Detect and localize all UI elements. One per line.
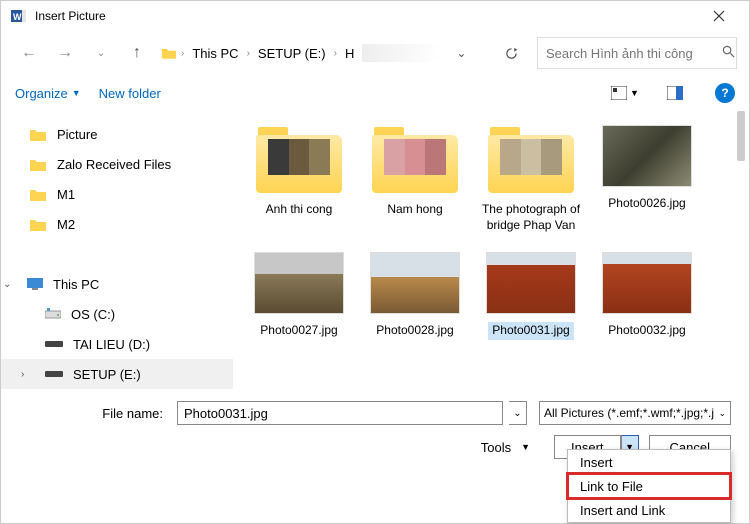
search-box[interactable] xyxy=(537,37,737,69)
item-label: Photo0031.jpg xyxy=(488,322,573,340)
organize-button[interactable]: Organize ▼ xyxy=(15,86,81,101)
sidebar-item[interactable]: Zalo Received Files xyxy=(1,149,233,179)
item-label: Anh thi cong xyxy=(262,201,337,219)
search-input[interactable] xyxy=(546,46,722,61)
preview-pane-button[interactable] xyxy=(661,81,689,105)
tools-label: Tools xyxy=(481,440,511,455)
photo-item[interactable]: Photo0027.jpg xyxy=(243,252,355,340)
item-label: Photo0032.jpg xyxy=(604,322,689,340)
filename-dropdown[interactable]: ⌄ xyxy=(509,401,527,425)
breadcrumb-item[interactable]: This PC xyxy=(188,44,242,63)
photo-thumb xyxy=(370,252,460,314)
sidebar-item-thispc[interactable]: ⌄ This PC xyxy=(1,269,233,299)
sidebar-label: This PC xyxy=(53,277,99,292)
new-folder-button[interactable]: New folder xyxy=(99,86,161,101)
monitor-icon xyxy=(27,278,43,290)
folder-icon xyxy=(29,157,47,172)
folder-item[interactable]: Nam hong xyxy=(359,125,471,234)
chevron-icon: › xyxy=(334,48,337,59)
breadcrumb-item[interactable]: H xyxy=(341,44,358,63)
photo-item[interactable]: Photo0026.jpg xyxy=(591,125,703,234)
folder-item[interactable]: The photograph of bridge Phap Van xyxy=(475,125,587,234)
organize-label: Organize xyxy=(15,86,68,101)
breadcrumb-item[interactable]: SETUP (E:) xyxy=(254,44,330,63)
breadcrumb-fade xyxy=(362,44,442,62)
item-label: Photo0027.jpg xyxy=(256,322,341,340)
forward-button[interactable]: → xyxy=(49,37,81,69)
back-button[interactable]: ← xyxy=(13,37,45,69)
photo-item[interactable]: Photo0032.jpg xyxy=(591,252,703,340)
view-mode-button[interactable]: ▼ xyxy=(611,81,639,105)
filter-label: All Pictures (*.emf;*.wmf;*.jpg;*.j xyxy=(544,406,714,420)
sidebar-item-drive[interactable]: ›TAI LIEU (D:) xyxy=(1,329,233,359)
dropdown-item-insert[interactable]: Insert xyxy=(568,450,730,474)
item-label: Photo0028.jpg xyxy=(372,322,457,340)
photo-thumb xyxy=(602,252,692,314)
search-icon[interactable] xyxy=(722,45,735,61)
sidebar-label: TAI LIEU (D:) xyxy=(73,337,150,352)
insert-dropdown-menu: Insert Link to File Insert and Link xyxy=(567,449,731,523)
window-title: Insert Picture xyxy=(35,9,699,23)
folder-thumb xyxy=(488,125,574,193)
sidebar-item-drive[interactable]: ›OS (C:) xyxy=(1,299,233,329)
caret-down-icon: ▼ xyxy=(72,88,81,98)
tools-button[interactable]: Tools xyxy=(481,440,511,455)
photo-item[interactable]: Photo0031.jpg xyxy=(475,252,587,340)
folder-icon xyxy=(29,187,47,202)
caret-down-icon: ⌄ xyxy=(718,408,726,419)
item-label: The photograph of bridge Phap Van xyxy=(477,201,585,234)
close-button[interactable] xyxy=(699,1,739,31)
sidebar-label: M2 xyxy=(57,217,75,232)
scrollbar[interactable] xyxy=(737,111,745,161)
file-type-filter[interactable]: All Pictures (*.emf;*.wmf;*.jpg;*.j ⌄ xyxy=(539,401,731,425)
folder-item[interactable]: Anh thi cong xyxy=(243,125,355,234)
disk-icon xyxy=(45,371,63,377)
photo-thumb xyxy=(602,125,692,187)
recent-dropdown[interactable]: ⌄ xyxy=(85,37,117,69)
sidebar: Picture Zalo Received Files M1 M2 ⌄ This … xyxy=(1,111,233,391)
folder-icon xyxy=(161,46,177,60)
sidebar-label: OS (C:) xyxy=(71,307,115,322)
drive-icon xyxy=(45,308,61,320)
refresh-button[interactable] xyxy=(495,37,527,69)
dropdown-item-insert-and-link[interactable]: Insert and Link xyxy=(568,498,730,522)
caret-down-icon: ▼ xyxy=(630,88,639,98)
item-label: Nam hong xyxy=(383,201,446,219)
folder-thumb xyxy=(256,125,342,193)
chevron-icon: › xyxy=(247,48,250,59)
up-button[interactable]: ↑ xyxy=(121,37,153,69)
sidebar-item-drive[interactable]: › SETUP (E:) xyxy=(1,359,233,389)
breadcrumb[interactable]: › This PC › SETUP (E:) › H ⌄ xyxy=(157,37,491,69)
dropdown-item-link-to-file[interactable]: Link to File xyxy=(568,474,730,498)
chevron-right-icon[interactable]: › xyxy=(21,369,31,380)
breadcrumb-dropdown[interactable]: ⌄ xyxy=(456,46,466,60)
filename-label: File name: xyxy=(19,406,171,421)
word-app-icon: W xyxy=(11,8,27,24)
sidebar-label: M1 xyxy=(57,187,75,202)
folder-thumb xyxy=(372,125,458,193)
sidebar-label: Picture xyxy=(57,127,97,142)
chevron-icon: › xyxy=(181,48,184,59)
sidebar-item[interactable]: M1 xyxy=(1,179,233,209)
sidebar-label: Zalo Received Files xyxy=(57,157,171,172)
sidebar-item[interactable]: M2 xyxy=(1,209,233,239)
photo-thumb xyxy=(254,252,344,314)
photo-item[interactable]: Photo0028.jpg xyxy=(359,252,471,340)
sidebar-item[interactable]: Picture xyxy=(1,119,233,149)
folder-icon xyxy=(29,127,47,142)
photo-thumb xyxy=(486,252,576,314)
help-button[interactable]: ? xyxy=(715,83,735,103)
caret-down-icon: ▼ xyxy=(521,442,530,452)
disk-icon xyxy=(45,341,63,347)
file-grid[interactable]: Anh thi cong Nam hong The photograph of br… xyxy=(233,111,749,391)
sidebar-label: SETUP (E:) xyxy=(73,367,141,382)
filename-input[interactable] xyxy=(177,401,503,425)
svg-text:W: W xyxy=(13,12,22,22)
item-label: Photo0026.jpg xyxy=(604,195,689,213)
folder-icon xyxy=(29,217,47,232)
chevron-down-icon[interactable]: ⌄ xyxy=(3,279,13,290)
